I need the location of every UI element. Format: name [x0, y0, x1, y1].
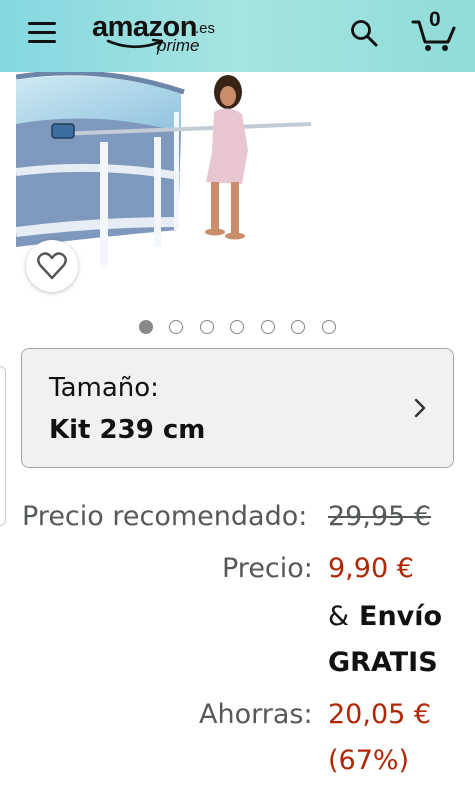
savings-percent: (67%) — [328, 745, 410, 776]
amazon-prime-logo[interactable]: amazon .es prime — [92, 12, 232, 58]
carousel-dot[interactable] — [322, 320, 336, 334]
cart-icon[interactable]: 0 — [410, 8, 458, 54]
rrp-label: Precio recomendado: — [22, 501, 308, 532]
carousel-dot[interactable] — [139, 320, 153, 334]
size-label: Tamaño: — [49, 373, 159, 403]
shipping-word: Envío — [359, 601, 443, 632]
price-value: 9,90 € — [328, 553, 414, 584]
top-nav-bar: amazon .es prime 0 — [0, 0, 475, 72]
menu-icon[interactable] — [28, 20, 56, 44]
rrp-value: 29,95 € — [328, 501, 432, 532]
size-selector-button[interactable]: Tamaño: Kit 239 cm — [21, 348, 454, 468]
side-panel-edge — [0, 366, 6, 526]
carousel-dot[interactable] — [230, 320, 244, 334]
heart-icon — [37, 252, 67, 280]
logo-tld: .es — [195, 20, 216, 37]
carousel-dot[interactable] — [291, 320, 305, 334]
free-shipping-text: GRATIS — [328, 647, 438, 678]
savings-label: Ahorras: — [199, 699, 313, 730]
carousel-dot[interactable] — [169, 320, 183, 334]
carousel-dot[interactable] — [261, 320, 275, 334]
price-label: Precio: — [222, 553, 313, 584]
cart-count: 0 — [429, 8, 441, 31]
size-value: Kit 239 cm — [49, 415, 206, 445]
shipping-ampersand: & — [328, 601, 350, 632]
carousel-dot[interactable] — [200, 320, 214, 334]
logo-prime: prime — [157, 36, 200, 55]
chevron-right-icon — [414, 398, 426, 418]
savings-value: 20,05 € — [328, 699, 432, 730]
search-icon[interactable] — [349, 18, 379, 48]
wishlist-button[interactable] — [26, 240, 78, 292]
